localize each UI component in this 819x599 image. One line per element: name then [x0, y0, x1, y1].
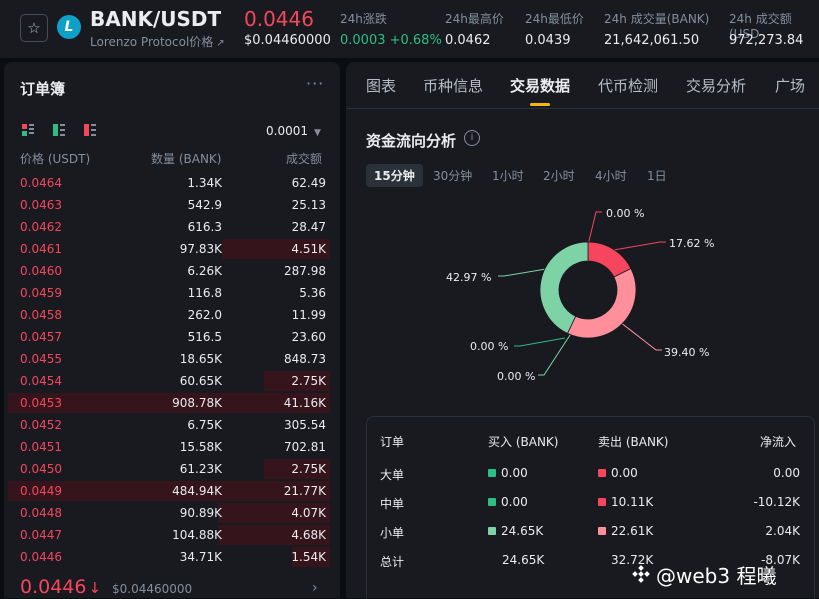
flow-row-name: 大单 — [380, 466, 404, 483]
legend-swatch — [488, 498, 496, 506]
donut-label-large-buy: 0.00 % — [606, 207, 645, 220]
donut-label-medium-buy: 0.00 % — [470, 340, 509, 353]
flow-row-net-text: -10.12K — [753, 495, 800, 509]
flow-row-name-text: 总计 — [380, 555, 405, 569]
flow-row-name: 小单 — [380, 524, 404, 541]
flow-row-buy-text: 24.65K — [502, 553, 545, 567]
flow-row-buy-text: 0.00 — [501, 466, 528, 480]
legend-swatch — [488, 527, 496, 535]
flow-row-sell: 22.61K — [598, 524, 653, 538]
flow-row-net: 2.04K — [765, 524, 800, 538]
flow-row-buy-text: 24.65K — [501, 524, 544, 538]
legend-swatch — [598, 498, 606, 506]
flow-row-buy-text: 0.00 — [501, 495, 528, 509]
donut-label-small-buy: 42.97 % — [446, 271, 492, 284]
flow-row-name-text: 小单 — [380, 526, 405, 540]
flow-row-buy: 0.00 — [488, 466, 528, 480]
flow-row-buy: 24.65K — [502, 553, 544, 567]
watermark-logo-icon — [632, 565, 650, 583]
flow-row-name: 中单 — [380, 495, 404, 512]
flow-row-name-text: 大单 — [380, 468, 405, 482]
legend-swatch — [598, 527, 606, 535]
flow-row-name-text: 中单 — [380, 497, 405, 511]
flow-row-net: 0.00 — [773, 466, 800, 480]
watermark: @web3 程曦 — [630, 560, 776, 589]
flow-row-sell-text: 22.61K — [611, 524, 654, 538]
flow-row-name: 总计 — [380, 553, 404, 570]
donut-label-small-sell: 39.40 % — [664, 346, 710, 359]
th-order: 订单 — [380, 435, 405, 449]
flow-row-buy: 24.65K — [488, 524, 543, 538]
flow-row-net-text: 0.00 — [773, 466, 800, 480]
legend-swatch — [488, 469, 496, 477]
th-net: 净流入 — [760, 435, 797, 449]
flow-row-buy: 0.00 — [488, 495, 528, 509]
donut-label-large-sell: 0.00 % — [497, 370, 536, 383]
flow-row-net-text: 2.04K — [765, 524, 800, 538]
flow-row-net: -10.12K — [753, 495, 800, 509]
legend-swatch — [598, 469, 606, 477]
flow-row-sell: 0.00 — [598, 466, 638, 480]
flow-row-sell: 10.11K — [598, 495, 653, 509]
donut-slice — [566, 267, 637, 339]
th-sell: 卖出 (BANK) — [598, 435, 669, 449]
watermark-text: @web3 程曦 — [656, 564, 777, 588]
flow-row-sell-text: 0.00 — [611, 466, 638, 480]
th-buy: 买入 (BANK) — [488, 435, 559, 449]
capital-flow-donut — [539, 241, 637, 339]
donut-label-medium-sell: 17.62 % — [669, 237, 715, 250]
flow-row-sell-text: 10.11K — [611, 495, 654, 509]
